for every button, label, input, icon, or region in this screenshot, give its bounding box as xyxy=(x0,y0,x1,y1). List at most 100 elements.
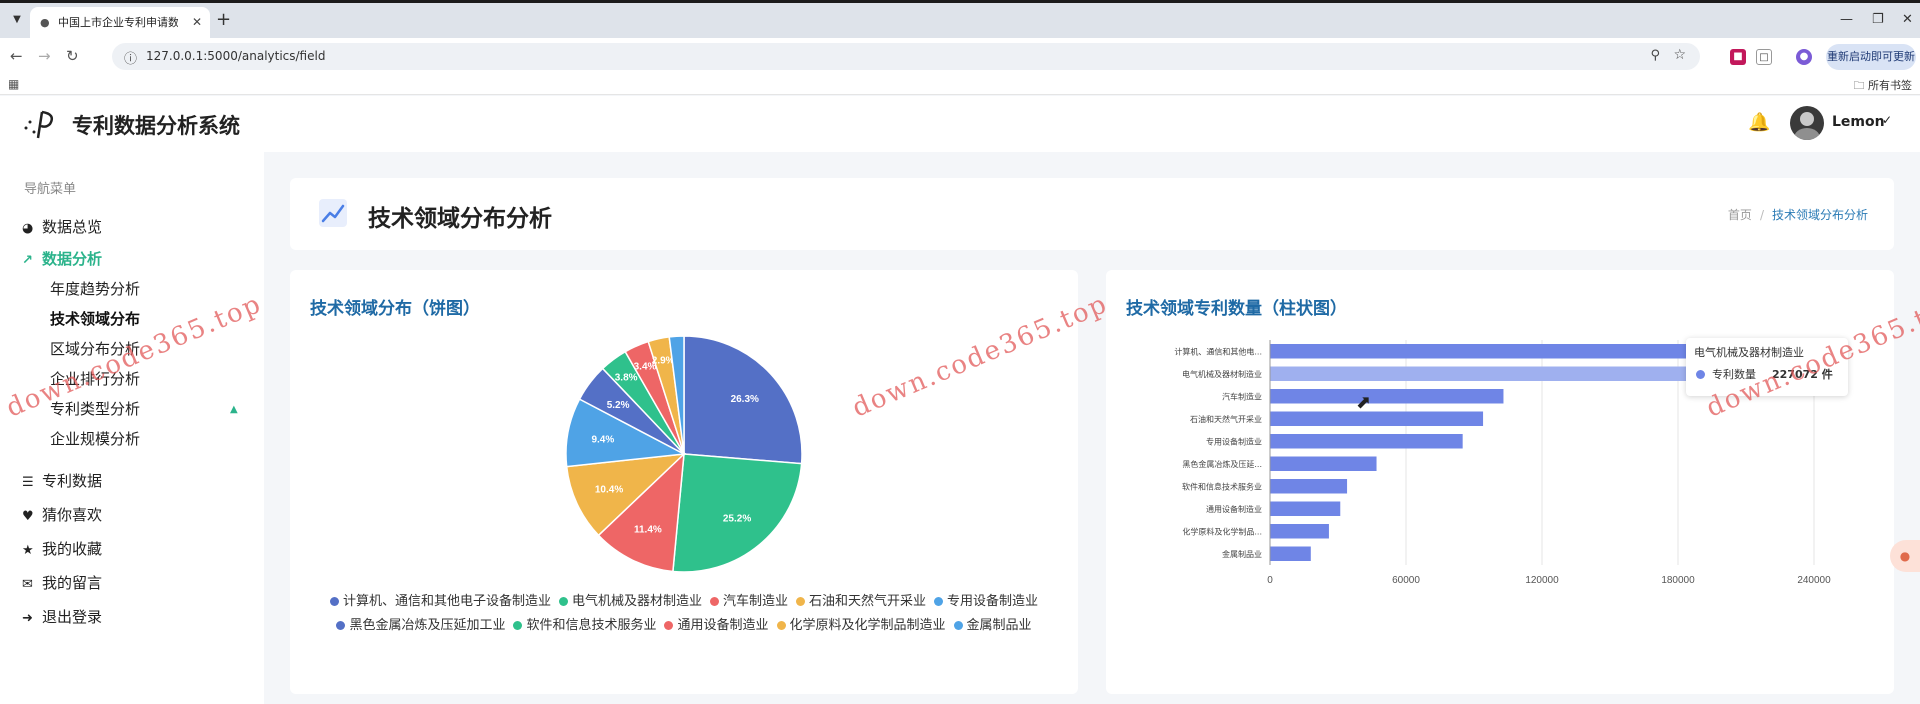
sidebar-item-logout[interactable]: ➜ 退出登录 xyxy=(22,606,102,628)
x-tick-label: 60000 xyxy=(1392,575,1420,586)
back-icon[interactable]: ← xyxy=(10,47,23,65)
x-tick-label: 180000 xyxy=(1661,575,1695,586)
legend-label: 通用设备制造业 xyxy=(677,618,769,633)
breadcrumb-home[interactable]: 首页 xyxy=(1728,208,1752,222)
legend-item[interactable]: 电气机械及器材制造业 xyxy=(558,590,702,614)
chevron-down-icon[interactable]: ✓ xyxy=(1882,113,1892,127)
legend-item[interactable]: 软件和信息技术服务业 xyxy=(513,614,656,638)
y-category-label: 计算机、通信和其他电... xyxy=(1174,346,1262,356)
bar[interactable] xyxy=(1270,389,1504,404)
bar[interactable] xyxy=(1270,479,1348,494)
legend-label: 汽车制造业 xyxy=(722,594,788,609)
bar-chart-card: 技术领域专利数量（柱状图） 0 60000 120000 180000 240000 计算… xyxy=(1106,270,1894,694)
breadcrumb: 首页 / 技术领域分布分析 xyxy=(1728,206,1868,223)
chat-icon: ✉ xyxy=(22,577,33,592)
mouse-cursor-icon: ⬈ xyxy=(1356,392,1372,413)
sub-item-field-distribution[interactable]: 技术领域分布 xyxy=(50,308,140,329)
avatar[interactable] xyxy=(1790,106,1824,140)
restore-icon[interactable]: ❐ xyxy=(1872,12,1884,27)
bar[interactable] xyxy=(1270,501,1341,517)
sidebar-item-messages[interactable]: ✉ 我的留言 xyxy=(22,572,102,594)
pie-slice-label: 10.4% xyxy=(595,485,623,496)
site-info-icon[interactable]: ⓘ xyxy=(124,48,137,67)
pie-chart-icon: ◕ xyxy=(22,221,34,236)
bookmark-bar: ▦ 🗀 所有书签 xyxy=(0,75,1920,95)
legend-color-dot xyxy=(513,621,523,630)
tooltip-series-dot xyxy=(1696,370,1705,379)
bell-icon[interactable]: 🔔 xyxy=(1748,112,1770,133)
extensions-puzzle-icon[interactable]: □ xyxy=(1756,49,1772,65)
legend-item[interactable]: 计算机、通信和其他电子设备制造业 xyxy=(329,590,551,614)
apps-grid-icon[interactable]: ▦ xyxy=(8,77,19,91)
heart-icon: ♥ xyxy=(22,509,34,524)
chevron-up-icon[interactable]: ▲ xyxy=(230,404,238,415)
bar[interactable] xyxy=(1270,411,1484,427)
legend-item[interactable]: 金属制品业 xyxy=(953,614,1032,638)
bar[interactable] xyxy=(1270,524,1329,539)
legend-item[interactable]: 黑色金属冶炼及压延加工业 xyxy=(336,614,505,638)
user-name[interactable]: Lemon xyxy=(1832,114,1885,130)
reload-icon[interactable]: ↻ xyxy=(66,47,79,65)
bar[interactable] xyxy=(1270,456,1377,472)
y-category-label: 石油和天然气开采业 xyxy=(1190,414,1262,424)
database-icon: ☰ xyxy=(22,475,34,490)
x-tick-label: 0 xyxy=(1267,575,1273,586)
y-category-label: 金属制品业 xyxy=(1222,549,1262,559)
window-close-icon[interactable]: ✕ xyxy=(1902,12,1913,27)
sidebar-item-analysis[interactable]: ↗ 数据分析 xyxy=(22,248,102,270)
sidebar-item-label: 猜你喜欢 xyxy=(42,506,103,524)
sidebar-item-label: 我的留言 xyxy=(42,574,103,592)
legend-item[interactable]: 汽车制造业 xyxy=(709,590,788,614)
bookmark-star-icon[interactable]: ☆ xyxy=(1673,47,1686,63)
bar[interactable] xyxy=(1270,546,1311,562)
sidebar-item-label: 我的收藏 xyxy=(42,540,103,558)
pie-slice-label: 5.2% xyxy=(607,400,630,411)
extension-icon[interactable]: ■ xyxy=(1730,49,1746,65)
legend-label: 专用设备制造业 xyxy=(947,594,1039,609)
logo-icon xyxy=(24,110,53,139)
legend-item[interactable]: 专用设备制造业 xyxy=(934,590,1038,614)
sub-item-company-scale[interactable]: 企业规模分析 xyxy=(50,428,140,449)
minimize-icon[interactable]: — xyxy=(1840,12,1853,27)
trend-icon: ↗ xyxy=(22,253,33,268)
legend-color-dot xyxy=(329,597,339,606)
sidebar-item-patent-data[interactable]: ☰ 专利数据 xyxy=(22,470,102,492)
star-icon: ★ xyxy=(22,543,34,558)
legend-color-dot xyxy=(934,597,944,606)
breadcrumb-current: 技术领域分布分析 xyxy=(1771,208,1868,222)
tab-close-icon[interactable]: ✕ xyxy=(192,7,202,38)
browser-tab[interactable]: ● 中国上市企业专利申请数据分析 ✕ xyxy=(30,7,210,38)
browser-tab-bar: ▼ ● 中国上市企业专利申请数据分析 ✕ + — ❐ ✕ xyxy=(0,0,1920,38)
sidebar-item-overview[interactable]: ◕ 数据总览 xyxy=(22,216,102,238)
legend-item[interactable]: 石油和天然气开采业 xyxy=(796,590,926,614)
forward-icon[interactable]: → xyxy=(38,47,51,65)
y-category-label: 汽车制造业 xyxy=(1222,391,1262,401)
legend-item[interactable]: 化学原料及化学制品制造业 xyxy=(776,614,946,638)
app-header: 专利数据分析系统 🔔 Lemon ✓ xyxy=(0,96,1920,152)
profile-icon[interactable]: ● xyxy=(1796,49,1812,65)
nav-caption: 导航菜单 xyxy=(24,182,77,197)
sidebar-item-favorites[interactable]: ★ 我的收藏 xyxy=(22,538,102,560)
all-bookmarks-folder[interactable]: 🗀 所有书签 xyxy=(1854,77,1913,96)
sub-item-yearly-trend[interactable]: 年度趋势分析 xyxy=(50,278,140,299)
pie-slice-label: 3.8% xyxy=(615,372,638,383)
page-header-card: 技术领域分布分析 首页 / 技术领域分布分析 xyxy=(290,178,1894,250)
url-field[interactable]: ⓘ 127.0.0.1:5000/analytics/field ⚲ ☆ xyxy=(112,43,1700,70)
sidebar-item-label: 专利数据 xyxy=(42,472,103,490)
legend-label: 石油和天然气开采业 xyxy=(809,594,927,609)
page-title: 技术领域分布分析 xyxy=(368,206,552,232)
y-category-label: 化学原料及化学制品... xyxy=(1182,526,1262,536)
new-tab-icon[interactable]: + xyxy=(216,11,231,29)
legend-item[interactable]: 通用设备制造业 xyxy=(664,614,769,638)
legend-color-dot xyxy=(709,597,719,606)
sidebar-item-recommend[interactable]: ♥ 猜你喜欢 xyxy=(22,504,102,526)
floating-helper-icon[interactable]: ● xyxy=(1890,540,1920,572)
legend-color-dot xyxy=(336,621,346,630)
tab-list-chevron-icon[interactable]: ▼ xyxy=(8,11,26,29)
pie-legend: 计算机、通信和其他电子设备制造业 电气机械及器材制造业 汽车制造业 石油和天然气开采业… xyxy=(310,590,1058,638)
legend-color-dot xyxy=(558,597,568,606)
bar[interactable] xyxy=(1270,434,1463,449)
legend-label: 黑色金属冶炼及压延加工业 xyxy=(349,618,506,633)
zoom-icon[interactable]: ⚲ xyxy=(1650,48,1660,63)
restart-update-button[interactable]: 重新启动即可更新 xyxy=(1826,44,1916,70)
